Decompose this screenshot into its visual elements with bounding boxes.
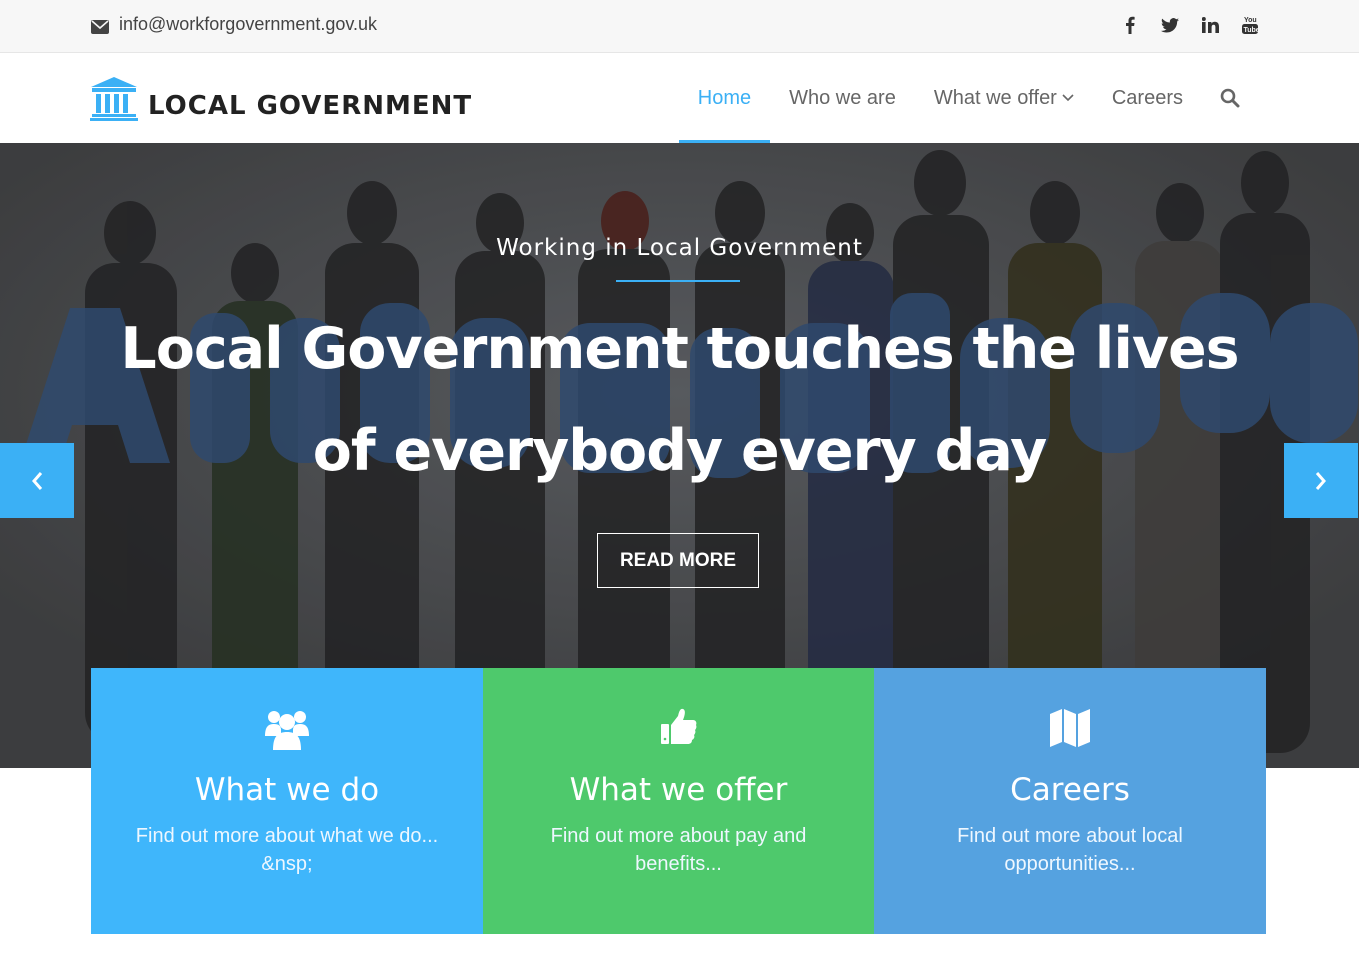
map-icon — [874, 708, 1266, 752]
feature-what-we-do[interactable]: What we do Find out more about what we d… — [91, 668, 483, 934]
email-text[interactable]: info@workforgovernment.gov.uk — [119, 14, 377, 35]
linkedin-icon[interactable] — [1201, 15, 1219, 35]
svg-text:You: You — [1244, 17, 1257, 24]
main-nav: Home Who we are What we offer Careers — [678, 53, 1259, 143]
search-icon — [1220, 88, 1240, 108]
nav-home-label: Home — [697, 86, 752, 109]
feature-description: Find out more about pay and benefits... — [550, 825, 807, 875]
nav-what-we-offer-label: What we offer — [933, 86, 1057, 109]
feature-description: Find out more about what we do... &nsp; — [135, 825, 439, 875]
site-header: LOCAL GOVERNMENT Home Who we are What we… — [0, 53, 1359, 143]
read-more-button[interactable]: READ MORE — [597, 533, 759, 588]
nav-careers[interactable]: Careers — [1093, 53, 1202, 143]
social-links: You Tube — [1121, 15, 1259, 35]
envelope-icon — [91, 18, 109, 34]
chevron-right-icon — [1314, 470, 1328, 492]
contact-email[interactable]: info@workforgovernment.gov.uk — [91, 14, 377, 35]
search-button[interactable] — [1202, 53, 1259, 143]
top-bar: info@workforgovernment.gov.uk You Tube — [0, 0, 1359, 53]
logo-text: LOCAL GOVERNMENT — [148, 90, 473, 121]
youtube-icon[interactable]: You Tube — [1241, 15, 1259, 35]
feature-boxes: What we do Find out more about what we d… — [91, 668, 1266, 934]
facebook-icon[interactable] — [1121, 15, 1139, 35]
feature-careers[interactable]: Careers Find out more about local opport… — [874, 668, 1266, 934]
thumbs-up-icon — [483, 708, 874, 752]
site-logo[interactable]: LOCAL GOVERNMENT — [90, 77, 472, 126]
slider-prev-button[interactable] — [0, 443, 74, 518]
feature-what-we-offer[interactable]: What we offer Find out more about pay an… — [483, 668, 874, 934]
users-icon — [91, 708, 483, 752]
hero-divider — [616, 280, 740, 282]
nav-what-we-offer[interactable]: What we offer — [915, 53, 1093, 143]
nav-careers-label: Careers — [1111, 86, 1183, 109]
nav-home[interactable]: Home — [678, 53, 771, 143]
feature-title: What we do — [194, 772, 380, 808]
hero-subtitle: Working in Local Government — [496, 235, 863, 261]
svg-text:Tube: Tube — [1244, 27, 1259, 34]
hero-title: Local Government touches the lives of ev… — [120, 316, 1239, 484]
feature-title: What we offer — [569, 772, 788, 808]
chevron-down-icon — [1062, 94, 1074, 102]
nav-who-we-are[interactable]: Who we are — [770, 53, 915, 143]
feature-description: Find out more about local opportunities.… — [957, 825, 1183, 875]
twitter-icon[interactable] — [1161, 15, 1179, 35]
chevron-left-icon — [30, 470, 44, 492]
slider-next-button[interactable] — [1284, 443, 1358, 518]
nav-who-we-are-label: Who we are — [789, 86, 896, 109]
feature-title: Careers — [1010, 772, 1130, 808]
building-icon — [90, 77, 138, 126]
